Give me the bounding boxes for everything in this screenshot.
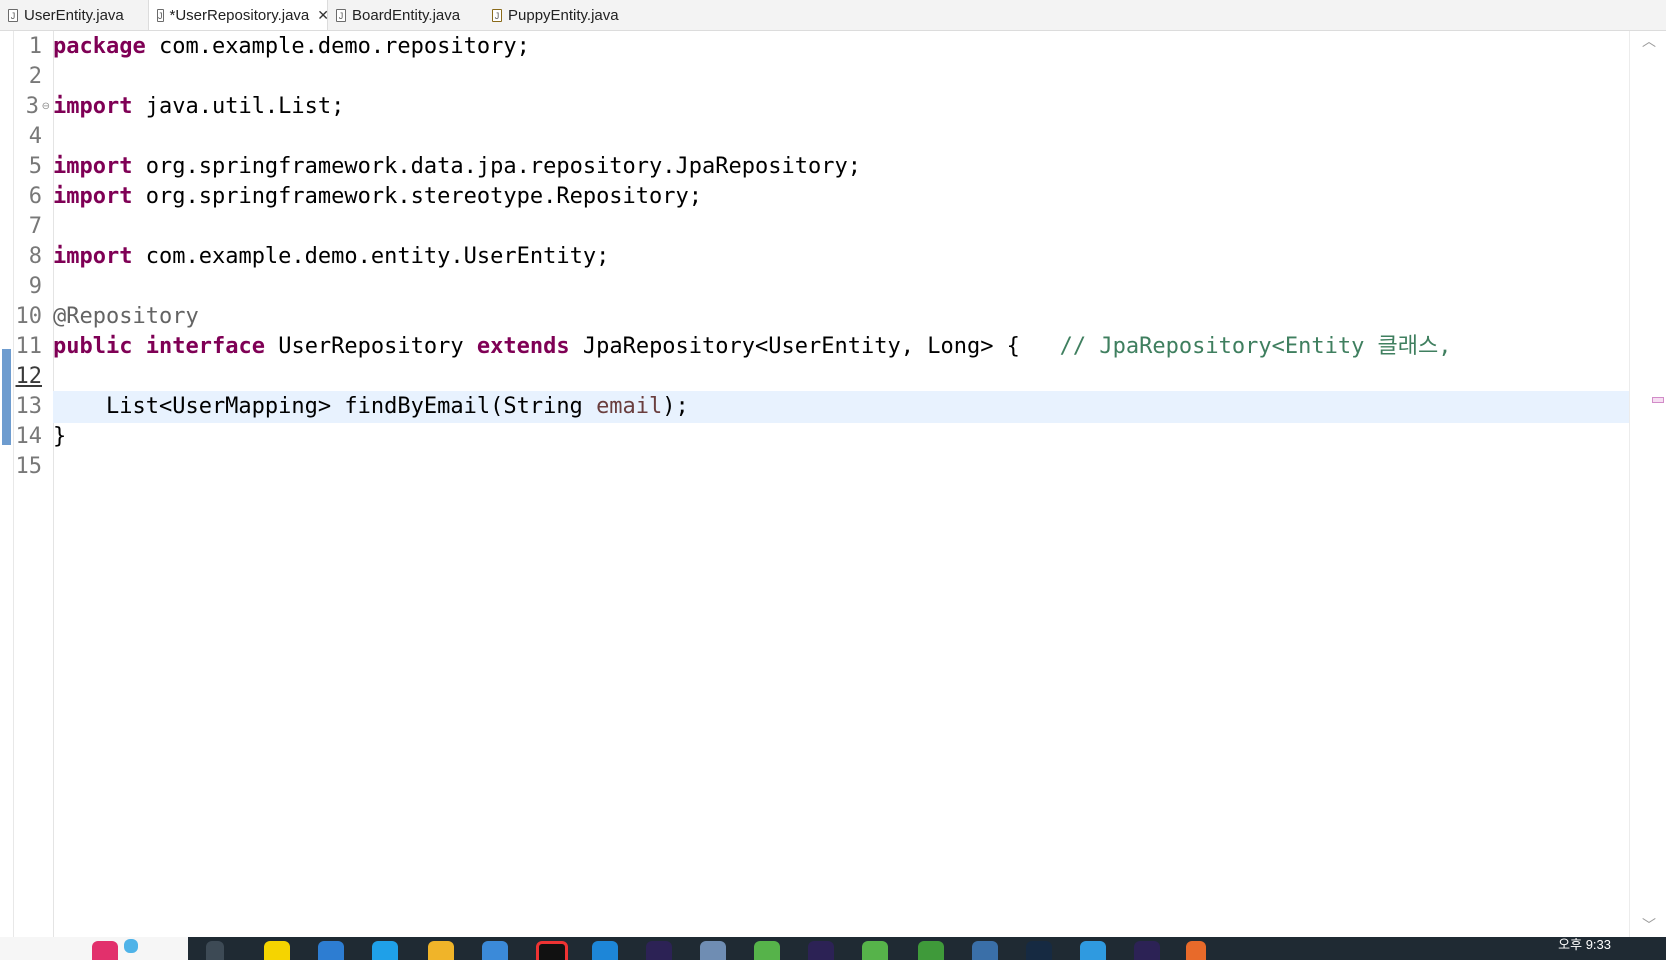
line-number: 13 xyxy=(15,394,43,419)
notification-icon[interactable] xyxy=(1186,941,1206,960)
code-text-area[interactable]: package com.example.demo.repository; imp… xyxy=(53,31,1629,937)
app-icon[interactable] xyxy=(1026,941,1052,960)
record-icon[interactable] xyxy=(536,941,568,960)
kakaotalk-icon[interactable] xyxy=(264,941,290,960)
code-line[interactable]: import org.springframework.stereotype.Re… xyxy=(53,181,702,213)
tab-board-entity[interactable]: J BoardEntity.java xyxy=(328,0,478,30)
code-line[interactable]: @Repository xyxy=(53,301,199,333)
code-line[interactable]: public interface UserRepository extends … xyxy=(53,331,1452,363)
java-file-icon: J xyxy=(336,8,346,22)
line-number: 8 xyxy=(28,244,42,269)
scroll-up-icon[interactable]: ︿ xyxy=(1642,31,1656,51)
clock[interactable]: 오후 9:33 xyxy=(1558,937,1611,953)
code-line[interactable]: package com.example.demo.repository; xyxy=(53,31,530,63)
vscode-icon[interactable] xyxy=(592,941,618,960)
app-icon[interactable] xyxy=(318,941,344,960)
tab-user-repository[interactable]: J *UserRepository.java ✕ xyxy=(148,0,329,30)
app-icon[interactable] xyxy=(92,941,118,960)
tab-label: PuppyEntity.java xyxy=(508,6,619,24)
line-number: 6 xyxy=(28,184,42,209)
line-number: 5 xyxy=(28,154,42,179)
java-file-icon: J xyxy=(157,8,164,22)
line-number: 11 xyxy=(15,334,43,359)
line-number: 3 xyxy=(25,94,39,119)
tab-puppy-entity[interactable]: J PuppyEntity.java xyxy=(484,0,644,30)
line-number: 15 xyxy=(15,454,43,479)
code-line[interactable]: import com.example.demo.entity.UserEntit… xyxy=(53,241,609,273)
line-number: 9 xyxy=(28,274,42,299)
windows-taskbar: 오후 9:33 xyxy=(0,937,1666,960)
line-number: 4 xyxy=(28,124,42,149)
tab-label: BoardEntity.java xyxy=(352,6,461,24)
mysql-workbench-icon[interactable] xyxy=(972,941,998,960)
widgets-icon[interactable] xyxy=(206,941,224,960)
eclipse-icon[interactable] xyxy=(808,941,834,960)
app-icon[interactable] xyxy=(918,941,944,960)
overview-marker[interactable] xyxy=(1652,397,1664,403)
line-number: 1 xyxy=(28,34,42,59)
line-number: 14 xyxy=(15,424,43,449)
edge-icon[interactable] xyxy=(372,941,398,960)
eclipse-icon[interactable] xyxy=(646,941,672,960)
java-file-warning-icon: J xyxy=(492,8,502,22)
spring-tool-icon[interactable] xyxy=(862,941,888,960)
editor-tab-bar: J UserEntity.java J *UserRepository.java… xyxy=(0,0,1666,31)
store-icon[interactable] xyxy=(1080,941,1106,960)
system-tray: 오후 9:33 xyxy=(1146,937,1666,960)
code-line-current[interactable]: List<UserMapping> findByEmail(String ema… xyxy=(53,391,689,423)
code-line[interactable]: import org.springframework.data.jpa.repo… xyxy=(53,151,861,183)
code-editor[interactable]: 1 2 3 ⊖ 4 5 6 7 8 9 10 11 12 13 14 15 pa… xyxy=(0,31,1666,937)
app-icon[interactable] xyxy=(124,939,138,953)
line-number: 10 xyxy=(15,304,43,329)
app-icon[interactable] xyxy=(482,941,508,960)
taskbar-left-area xyxy=(0,937,188,960)
tab-user-entity[interactable]: J UserEntity.java xyxy=(0,0,145,30)
spring-tool-icon[interactable] xyxy=(754,941,780,960)
code-line[interactable]: } xyxy=(53,421,66,453)
line-number: 2 xyxy=(28,64,42,89)
overview-ruler-scrollbar[interactable]: ︿ ﹀ xyxy=(1629,31,1666,937)
app-icon[interactable] xyxy=(700,941,726,960)
line-number: 7 xyxy=(28,214,42,239)
scroll-down-icon[interactable]: ﹀ xyxy=(1642,915,1656,935)
line-number-ruler: 1 2 3 ⊖ 4 5 6 7 8 9 10 11 12 13 14 15 xyxy=(14,31,54,937)
change-marker xyxy=(2,381,11,445)
code-line[interactable]: import java.util.List; xyxy=(53,91,344,123)
line-number-current: 12 xyxy=(15,364,43,389)
tab-label: *UserRepository.java xyxy=(169,6,310,24)
java-file-icon: J xyxy=(8,8,18,22)
tab-label: UserEntity.java xyxy=(24,6,124,24)
change-marker xyxy=(2,349,11,381)
file-explorer-icon[interactable] xyxy=(428,941,454,960)
quick-diff-ruler xyxy=(0,31,14,937)
fold-collapse-icon[interactable]: ⊖ xyxy=(42,101,50,112)
